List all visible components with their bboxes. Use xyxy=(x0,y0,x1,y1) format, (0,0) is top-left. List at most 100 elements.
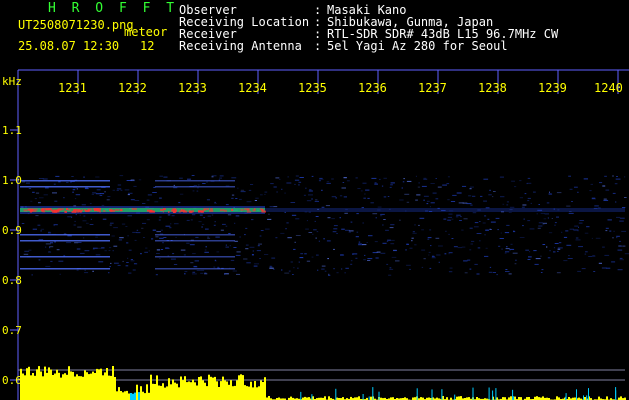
noise-speck xyxy=(350,260,353,262)
noise-speck xyxy=(605,189,610,191)
meter-spike xyxy=(615,390,617,400)
signal-core xyxy=(42,210,46,213)
noise-speck xyxy=(469,268,472,270)
noise-speck xyxy=(423,199,425,201)
x-tick-label: 1233 xyxy=(178,81,207,95)
noise-speck xyxy=(584,232,589,234)
noise-speck xyxy=(74,198,77,200)
y-tick-label: 0.9 xyxy=(2,224,22,237)
noise-speck xyxy=(556,192,562,194)
noise-speck xyxy=(207,237,211,239)
noise-speck xyxy=(352,253,354,255)
noise-speck xyxy=(529,228,535,230)
noise-speck xyxy=(63,197,65,199)
signal-core xyxy=(82,209,84,212)
noise-speck xyxy=(264,191,268,193)
noise-speck xyxy=(48,251,51,252)
noise-speck xyxy=(367,260,371,261)
noise-speck xyxy=(479,221,481,222)
noise-speck xyxy=(75,194,81,196)
noise-speck xyxy=(406,201,410,203)
noise-speck xyxy=(290,261,293,263)
meter-bar xyxy=(178,387,180,400)
noise-speck xyxy=(333,248,335,250)
noise-speck xyxy=(152,229,156,231)
noise-speck xyxy=(374,182,377,184)
noise-speck xyxy=(395,260,400,262)
meteor-count: 12 xyxy=(140,39,155,53)
noise-speck xyxy=(598,262,602,264)
noise-speck xyxy=(156,253,160,254)
noise-speck xyxy=(156,231,161,233)
noise-speck xyxy=(390,184,393,186)
noise-speck xyxy=(557,250,559,252)
noise-speck xyxy=(519,180,522,182)
noise-speck xyxy=(260,230,264,231)
noise-speck xyxy=(362,244,367,246)
noise-speck xyxy=(575,239,581,241)
noise-speck xyxy=(371,177,377,179)
noise-speck xyxy=(355,177,358,179)
noise-speck xyxy=(207,215,211,217)
noise-speck xyxy=(551,218,553,219)
noise-speck xyxy=(234,222,236,224)
noise-speck xyxy=(248,189,252,191)
noise-speck xyxy=(328,273,330,275)
noise-speck xyxy=(554,222,557,224)
noise-speck xyxy=(292,274,294,275)
noise-speck xyxy=(84,269,86,271)
noise-speck xyxy=(318,240,320,242)
meter-bar xyxy=(76,374,78,400)
noise-speck xyxy=(73,224,76,226)
noise-speck xyxy=(42,178,48,180)
noise-speck xyxy=(617,249,623,251)
noise-speck xyxy=(547,257,551,259)
x-tick-label: 1235 xyxy=(298,81,327,95)
noise-speck xyxy=(383,177,387,179)
signal-core xyxy=(261,209,264,211)
signal-core xyxy=(120,209,123,212)
noise-speck xyxy=(264,193,266,195)
noise-speck xyxy=(146,199,150,201)
noise-speck xyxy=(472,212,477,214)
meter-bar xyxy=(152,383,154,400)
noise-speck xyxy=(344,272,346,274)
noise-speck xyxy=(201,226,203,228)
noise-speck xyxy=(228,233,231,234)
noise-speck xyxy=(200,272,204,274)
noise-speck xyxy=(328,274,331,276)
y-tick-label: 0.6 xyxy=(2,374,22,387)
noise-speck xyxy=(505,251,510,253)
meter-bar xyxy=(556,396,558,400)
noise-speck xyxy=(56,249,60,251)
noise-speck xyxy=(430,245,432,247)
noise-speck xyxy=(132,231,137,233)
meter-spike xyxy=(454,394,456,400)
noise-speck xyxy=(142,222,147,224)
meter-spike xyxy=(495,388,497,400)
signal-core xyxy=(46,208,51,211)
noise-speck xyxy=(361,207,364,209)
noise-speck xyxy=(476,233,482,234)
noise-speck xyxy=(362,222,364,224)
noise-speck xyxy=(235,254,241,256)
noise-speck xyxy=(109,247,112,249)
noise-speck xyxy=(556,272,561,274)
noise-speck xyxy=(578,222,583,224)
y-tick-label: 1.1 xyxy=(2,124,22,137)
noise-speck xyxy=(430,202,435,204)
noise-speck xyxy=(251,219,254,221)
noise-speck xyxy=(121,223,126,225)
noise-speck xyxy=(230,259,235,261)
meter-bar xyxy=(112,366,114,400)
noise-speck xyxy=(311,256,314,258)
noise-speck xyxy=(484,234,486,236)
noise-speck xyxy=(279,178,281,180)
noise-speck xyxy=(429,229,432,231)
noise-speck xyxy=(275,237,278,239)
noise-speck xyxy=(448,233,450,235)
noise-speck xyxy=(505,248,510,250)
noise-speck xyxy=(447,219,451,221)
noise-speck xyxy=(452,194,457,196)
meter-bar xyxy=(88,374,90,400)
